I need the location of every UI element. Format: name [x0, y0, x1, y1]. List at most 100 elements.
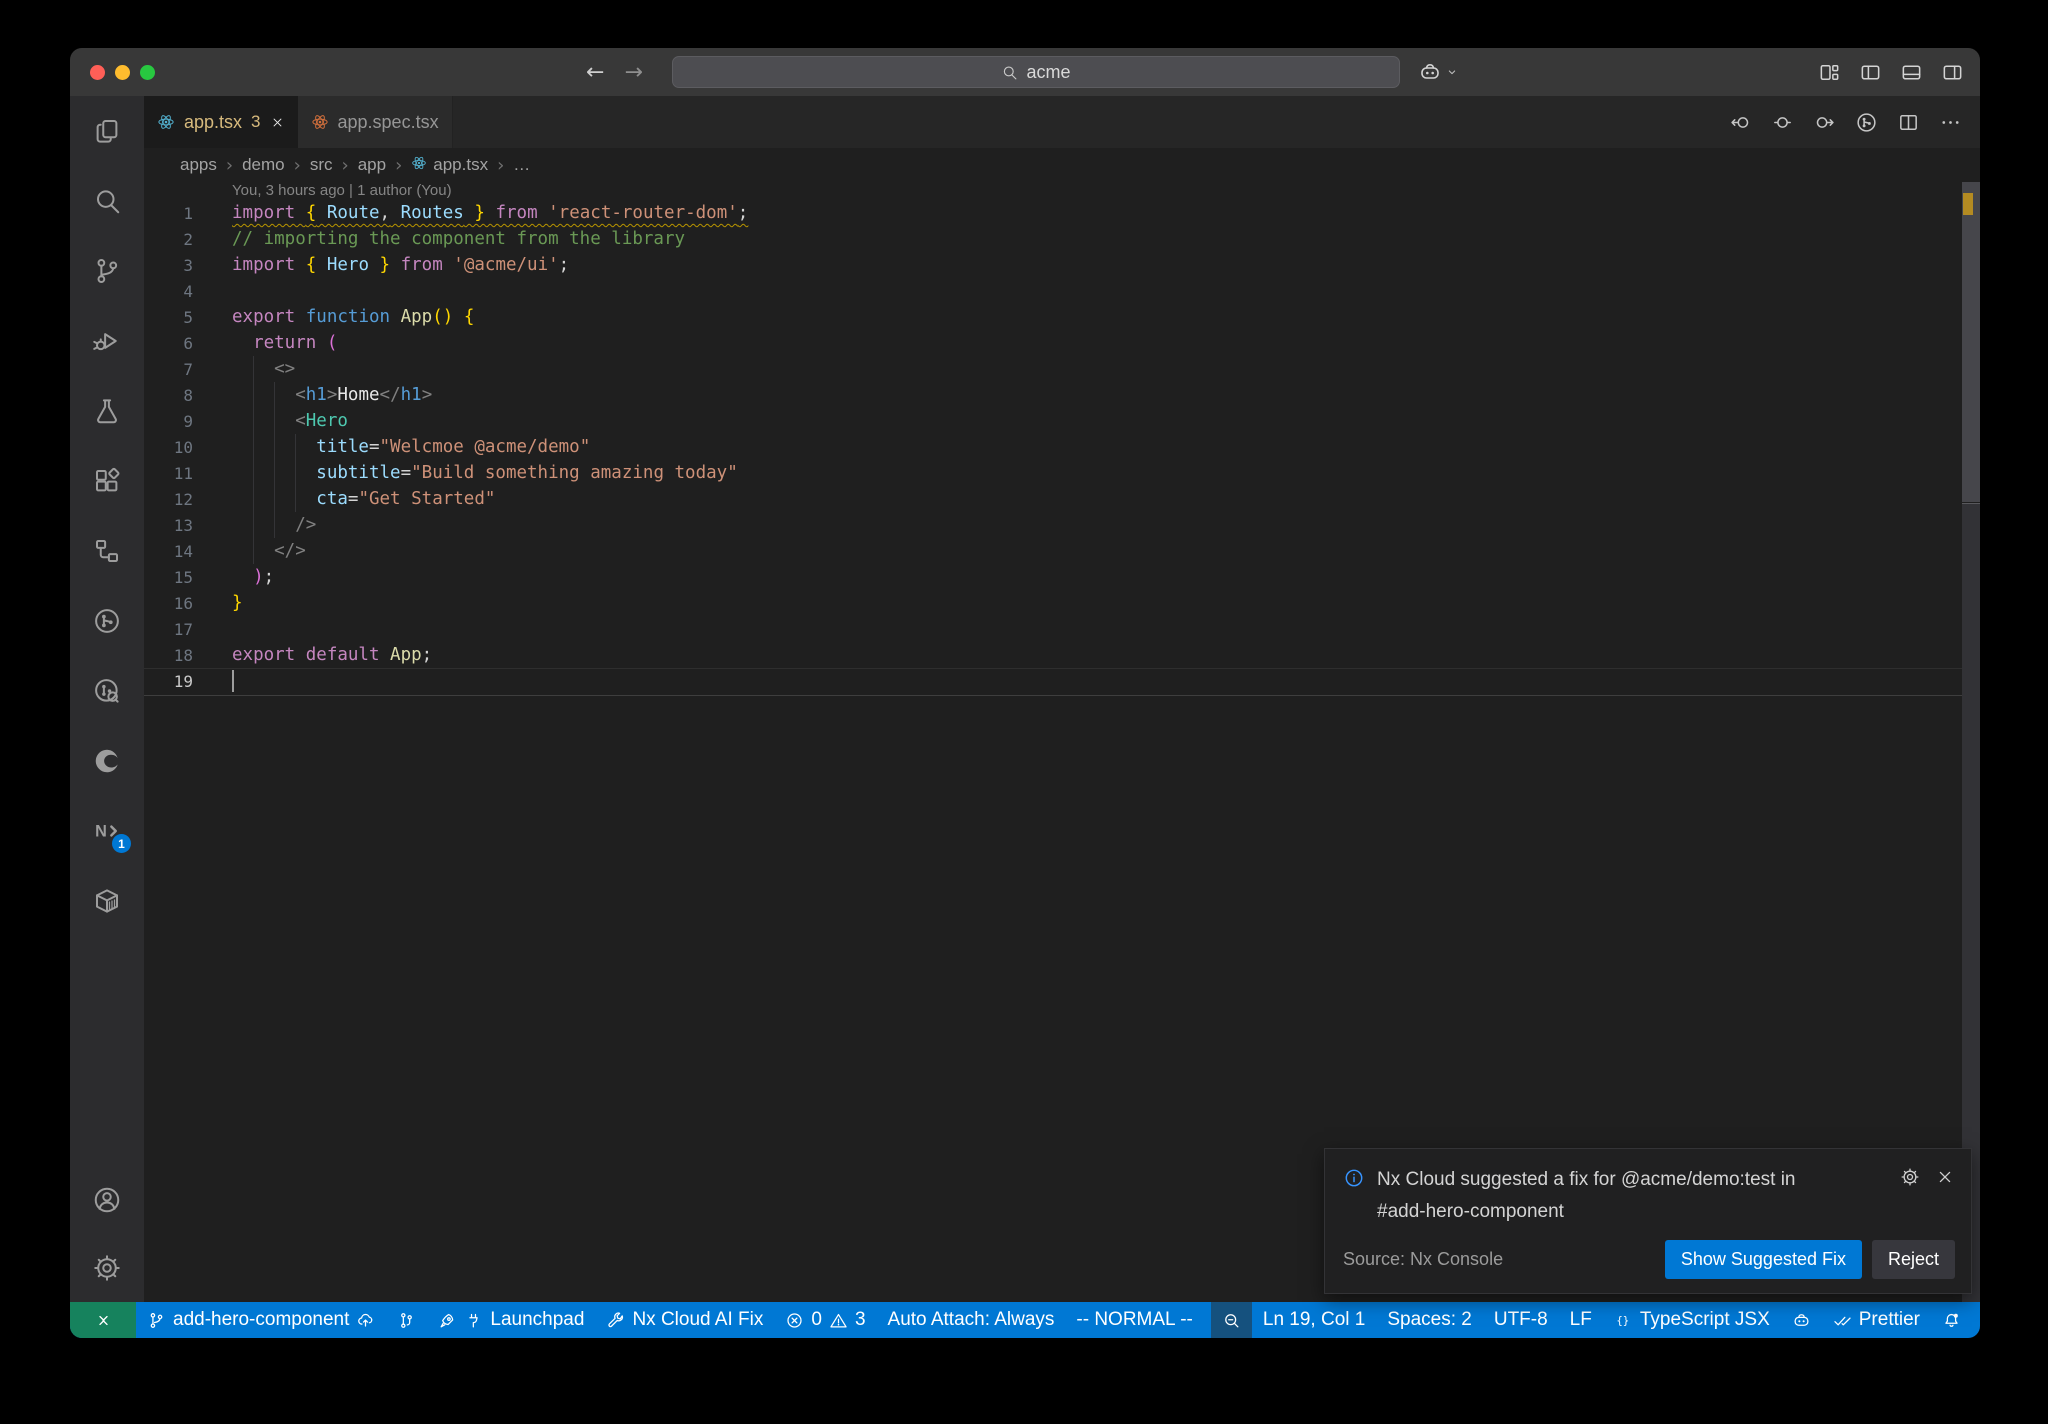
line-number[interactable]: 7	[144, 360, 193, 379]
source-control-icon[interactable]	[70, 236, 144, 306]
breadcrumb-item[interactable]: …	[513, 155, 530, 175]
search-icon[interactable]	[70, 166, 144, 236]
nx-console-icon[interactable]: N1	[70, 796, 144, 866]
code-line: 13 />	[144, 512, 1962, 538]
line-number[interactable]: 1	[144, 204, 193, 223]
copilot-menu[interactable]	[1418, 48, 1460, 96]
change-review-icon[interactable]	[70, 656, 144, 726]
line-number[interactable]: 14	[144, 542, 193, 561]
line-number[interactable]: 5	[144, 308, 193, 327]
breadcrumb-item[interactable]: apps	[180, 155, 217, 175]
notification-close-icon[interactable]	[1935, 1167, 1955, 1187]
navigate-back-icon[interactable]: ←	[586, 60, 604, 85]
status-label: -- NORMAL --	[1076, 1309, 1193, 1330]
launchpad-item[interactable]: Launchpad	[427, 1302, 595, 1338]
source-control-graph-icon[interactable]	[1855, 111, 1878, 134]
scrollbar-slider[interactable]	[1962, 182, 1980, 502]
line-number[interactable]: 13	[144, 516, 193, 535]
search-value: acme	[1026, 61, 1071, 82]
line-number[interactable]: 19	[144, 672, 193, 691]
status-label: Auto Attach: Always	[887, 1309, 1055, 1330]
toggle-secondary-sidebar-icon[interactable]	[1941, 61, 1964, 84]
show-suggested-fix-button[interactable]: Show Suggested Fix	[1664, 1240, 1862, 1279]
scm-pipeline-item[interactable]	[386, 1302, 427, 1338]
nx-cloud-ai-fix-item[interactable]: Nx Cloud AI Fix	[595, 1302, 774, 1338]
problems-item[interactable]: 03	[774, 1302, 876, 1338]
line-number[interactable]: 12	[144, 490, 193, 509]
minimize-button[interactable]	[115, 64, 130, 80]
svg-text:N: N	[95, 823, 107, 841]
code-text: title="Welcmoe @acme/demo"	[232, 437, 591, 457]
line-number[interactable]: 17	[144, 620, 193, 639]
project-structure-icon[interactable]	[70, 516, 144, 586]
line-number[interactable]: 8	[144, 386, 193, 405]
auto-attach-item[interactable]: Auto Attach: Always	[877, 1302, 1066, 1338]
more-actions-icon[interactable]	[1939, 111, 1962, 134]
breadcrumb-separator: ›	[225, 154, 234, 176]
prettier-item[interactable]: Prettier	[1822, 1302, 1931, 1338]
previous-change-start-icon[interactable]	[1729, 111, 1752, 134]
status-label: 0	[811, 1309, 822, 1330]
breadcrumb-item[interactable]: app.tsx	[411, 155, 488, 176]
line-number[interactable]: 15	[144, 568, 193, 587]
breadcrumb-item[interactable]: src	[310, 155, 333, 175]
line-number[interactable]: 10	[144, 438, 193, 457]
accounts-icon[interactable]	[70, 1166, 144, 1234]
edge-browser-icon[interactable]	[70, 726, 144, 796]
breadcrumb-item[interactable]: app	[358, 155, 386, 175]
code-text: }	[232, 593, 243, 613]
zoom-indicator-item[interactable]	[1210, 1302, 1252, 1338]
breadcrumb-separator: ›	[293, 154, 301, 176]
reject-button[interactable]: Reject	[1871, 1240, 1955, 1279]
vim-mode-item[interactable]: -- NORMAL --	[1065, 1302, 1203, 1338]
line-number[interactable]: 16	[144, 594, 193, 613]
zoom-button[interactable]	[140, 64, 155, 80]
eol-item[interactable]: LF	[1559, 1302, 1603, 1338]
settings-gear-icon[interactable]	[70, 1234, 144, 1302]
remote-indicator[interactable]	[70, 1302, 136, 1338]
git-branch-item[interactable]: add-hero-component	[136, 1302, 386, 1338]
line-number[interactable]: 4	[144, 282, 193, 301]
run-and-debug-icon[interactable]	[70, 306, 144, 376]
testing-icon[interactable]	[70, 376, 144, 446]
explorer-icon[interactable]	[70, 96, 144, 166]
line-number[interactable]: 2	[144, 230, 193, 249]
next-change-icon[interactable]	[1813, 111, 1836, 134]
git-blame-codelens[interactable]: You, 3 hours ago | 1 author (You)	[232, 182, 452, 200]
change-marker-icon[interactable]	[1771, 111, 1794, 134]
cursor-position-item[interactable]: Ln 19, Col 1	[1252, 1302, 1376, 1338]
encoding-item[interactable]: UTF-8	[1483, 1302, 1559, 1338]
copilot-item[interactable]	[1781, 1302, 1822, 1338]
code-line: 18 export default App;	[144, 642, 1962, 668]
line-number[interactable]: 3	[144, 256, 193, 275]
navigate-forward-icon[interactable]: →	[624, 60, 642, 85]
extensions-icon[interactable]	[70, 446, 144, 516]
scm-graph-icon[interactable]	[70, 586, 144, 656]
customize-layout-icon[interactable]	[1818, 61, 1841, 84]
indentation-item[interactable]: Spaces: 2	[1376, 1302, 1483, 1338]
notifications-bell-item[interactable]	[1931, 1302, 1972, 1338]
line-number[interactable]: 18	[144, 646, 193, 665]
notification-settings-gear-icon[interactable]	[1900, 1167, 1920, 1187]
code-line: 10 title="Welcmoe @acme/demo"	[144, 434, 1962, 460]
tab-app-spec-tsx[interactable]: app.spec.tsx	[297, 96, 453, 148]
language-mode-item[interactable]: {} TypeScript JSX	[1603, 1302, 1781, 1338]
breadcrumb-item[interactable]: demo	[242, 155, 285, 175]
toggle-panel-icon[interactable]	[1900, 61, 1923, 84]
notification-source: Source: Nx Console	[1343, 1249, 1504, 1269]
package-explorer-icon[interactable]	[70, 866, 144, 936]
command-center-search[interactable]: acme	[672, 56, 1400, 88]
close-button[interactable]	[90, 64, 105, 80]
status-label: Spaces: 2	[1387, 1309, 1472, 1330]
code-text: import { Hero } from '@acme/ui';	[232, 255, 570, 275]
close-tab-icon[interactable]	[270, 115, 285, 130]
line-number[interactable]: 6	[144, 334, 193, 353]
line-number[interactable]: 9	[144, 412, 193, 431]
tab-app-tsx[interactable]: app.tsx 3	[144, 96, 298, 148]
breadcrumb-separator: ›	[497, 154, 505, 176]
code-text: subtitle="Build something amazing today"	[232, 463, 738, 483]
split-editor-icon[interactable]	[1897, 111, 1920, 134]
toggle-primary-sidebar-icon[interactable]	[1859, 61, 1882, 84]
line-number[interactable]: 11	[144, 464, 193, 483]
code-editor[interactable]: You, 3 hours ago | 1 author (You) 1 impor…	[144, 182, 1980, 1302]
